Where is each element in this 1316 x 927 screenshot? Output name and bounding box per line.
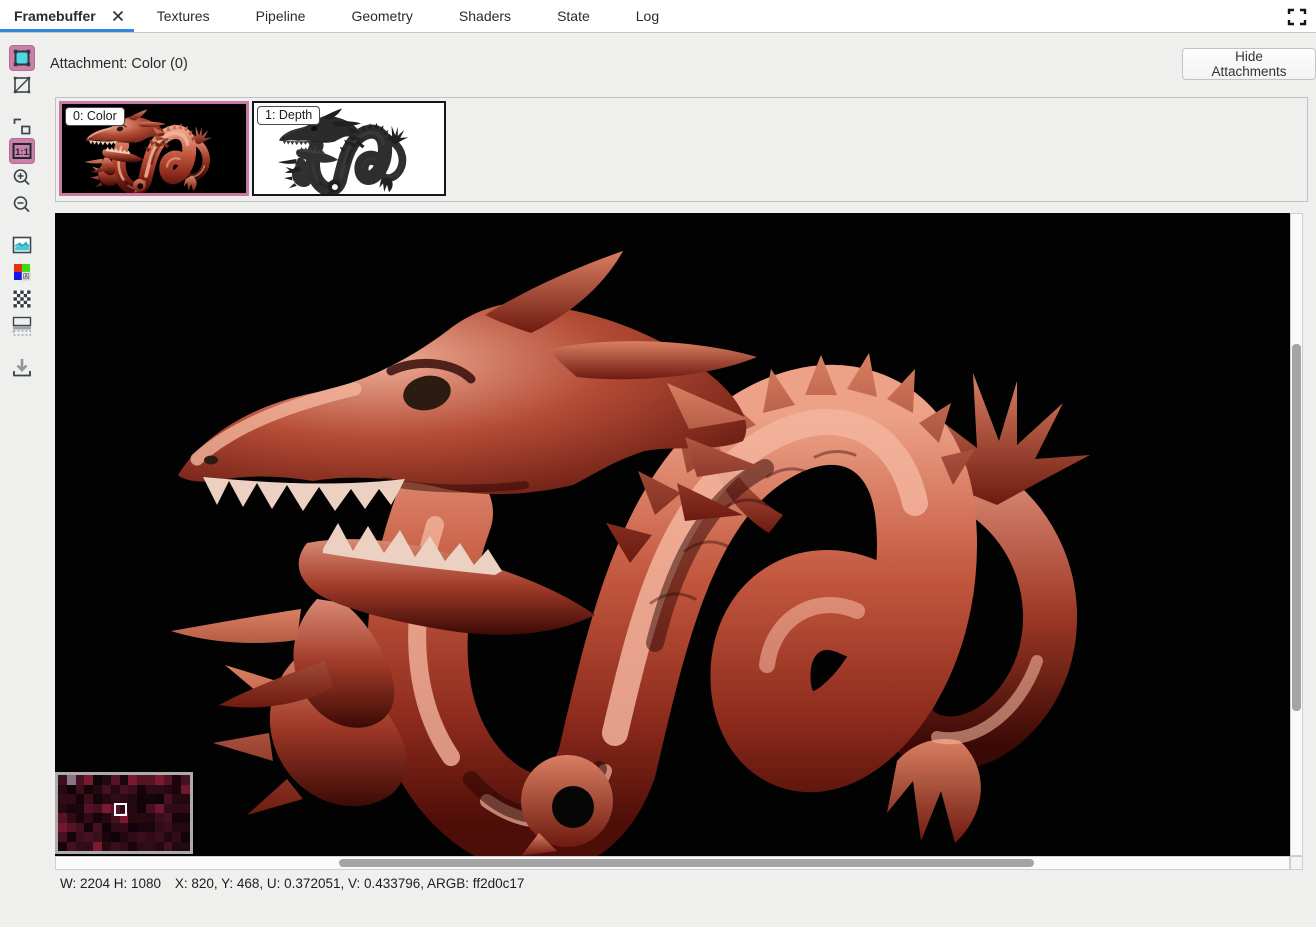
rgba-quad-icon: A [11,261,33,283]
hide-attachments-button[interactable]: Hide Attachments [1182,48,1316,80]
save-icon [11,356,33,378]
pixel-magnifier [55,772,193,854]
tab-framebuffer[interactable]: Framebuffer [0,0,134,32]
framebuffer-viewport[interactable] [55,213,1290,856]
tab-textures[interactable]: Textures [134,0,233,32]
tab-bar: Framebuffer Textures Pipeline Geometry S… [0,0,1316,33]
dragon-render [55,213,1290,856]
filled-square-icon [11,47,33,69]
attachment-badge: 0: Color [65,107,125,126]
vertical-scrollbar[interactable] [1290,213,1303,856]
horizontal-scrollbar-thumb[interactable] [339,859,1034,867]
tab-geometry[interactable]: Geometry [328,0,435,32]
zoom-out-button[interactable] [9,192,35,218]
save-image-button[interactable] [9,354,35,380]
image-icon [11,234,33,256]
framebuffer-inspector-window: Framebuffer Textures Pipeline Geometry S… [0,0,1316,927]
range-icon [11,315,33,337]
scrollbar-corner [1290,856,1303,870]
zoom-fit-button[interactable] [9,114,35,140]
tab-state[interactable]: State [534,0,613,32]
pixel-readout: X: 820, Y: 468, U: 0.372051, V: 0.433796… [175,876,525,891]
alpha-checkerboard-button[interactable] [9,286,35,312]
range-control-button[interactable] [9,313,35,339]
channels-rgba-button[interactable]: A [9,259,35,285]
svg-text:1:1: 1:1 [15,147,29,158]
attachments-panel: 0: Color 1: Depth [55,97,1308,202]
view-image-button[interactable] [9,232,35,258]
attachment-thumbnail-depth[interactable]: 1: Depth [252,101,446,196]
image-dimensions: W: 2204 H: 1080 [60,876,161,891]
vertical-scrollbar-thumb[interactable] [1292,344,1301,711]
checkerboard-icon [11,288,33,310]
one-to-one-icon: 1:1 [11,140,33,162]
show-no-attachment-button[interactable] [9,72,35,98]
status-bar: W: 2204 H: 1080 X: 820, Y: 468, U: 0.372… [60,876,534,891]
fit-window-icon [11,116,33,138]
tab-pipeline[interactable]: Pipeline [233,0,329,32]
attachment-label: Attachment: Color (0) [50,56,188,72]
magnifier-minus-icon [11,194,33,216]
tab-log[interactable]: Log [613,0,682,32]
zoom-in-button[interactable] [9,165,35,191]
fullscreen-icon[interactable] [1286,7,1308,27]
crossed-square-icon [11,74,33,96]
zoom-one-to-one-button[interactable]: 1:1 [9,138,35,164]
show-color-attachment-button[interactable] [9,45,35,71]
horizontal-scrollbar[interactable] [55,856,1290,870]
picked-pixel-outline [114,803,127,816]
tab-label: Framebuffer [14,8,96,24]
magnifier-plus-icon [11,167,33,189]
attachment-thumbnail-color[interactable]: 0: Color [59,101,249,196]
attachment-badge: 1: Depth [257,106,320,125]
tab-shaders[interactable]: Shaders [436,0,534,32]
close-icon[interactable] [112,10,124,22]
